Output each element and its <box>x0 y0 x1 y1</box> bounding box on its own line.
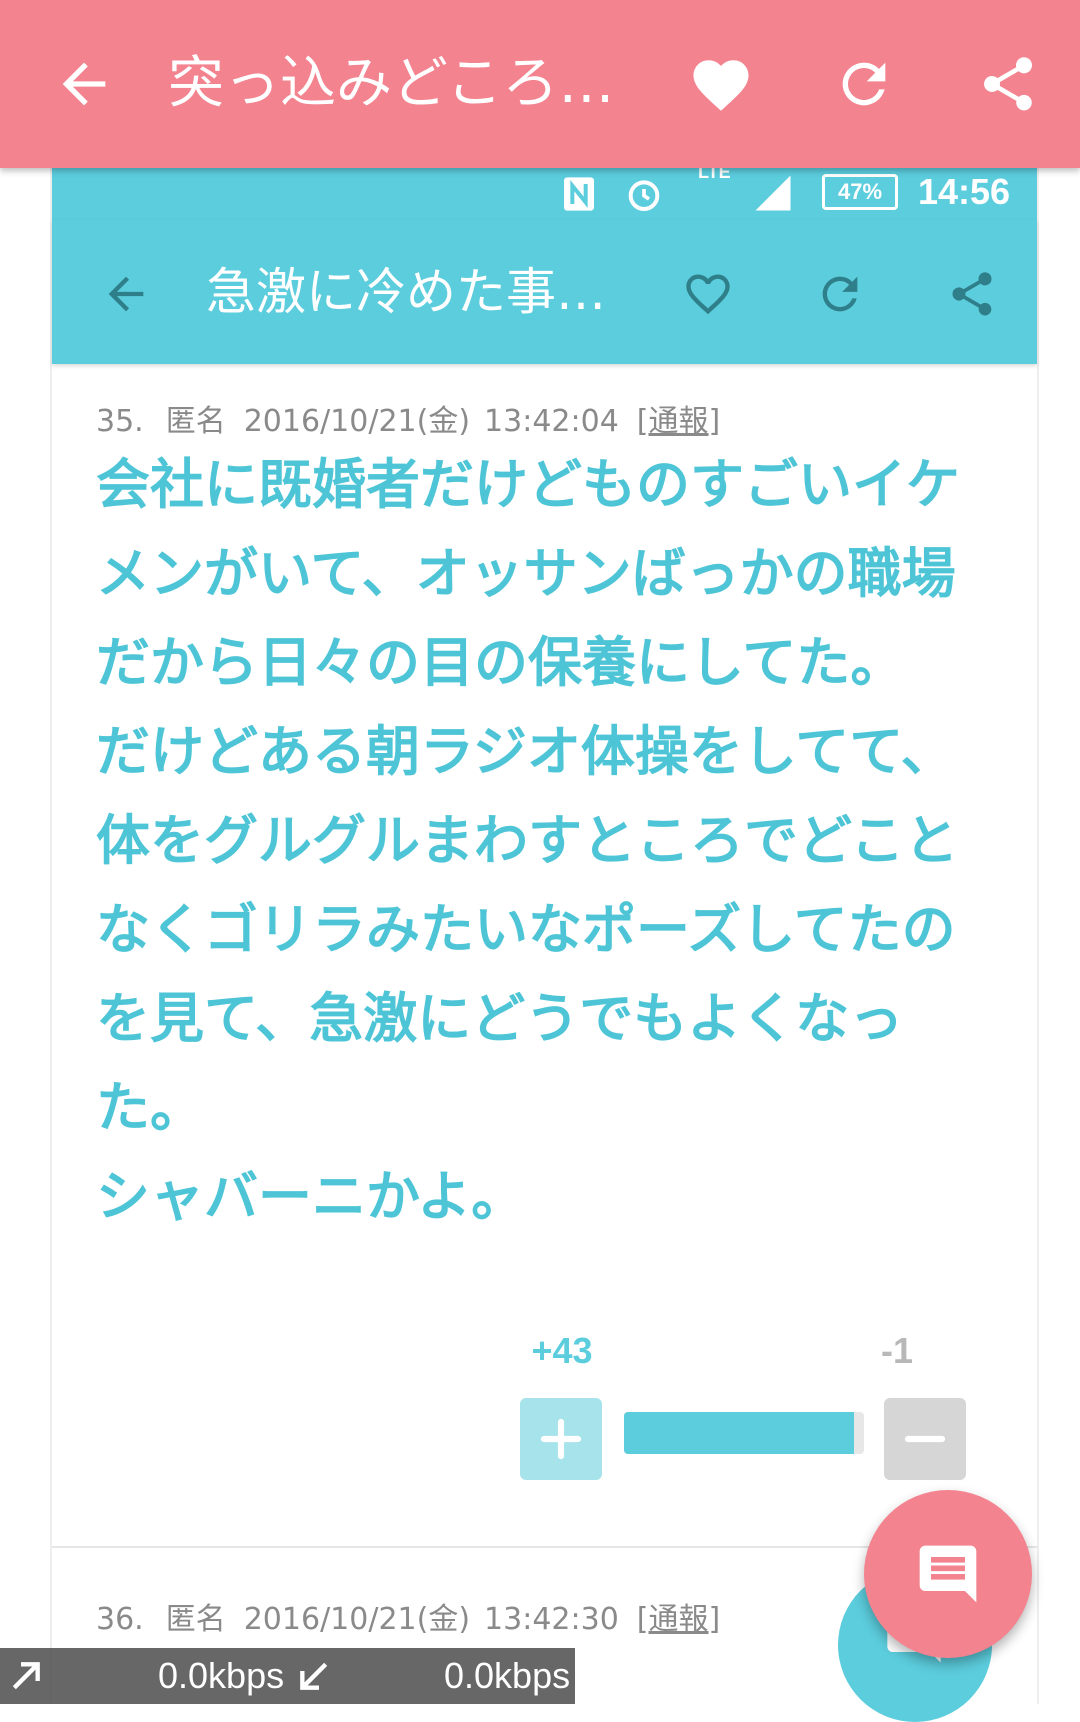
post-body-line: だから日々の目の保養にしてた。 <box>96 631 905 694</box>
comment-icon <box>919 1545 977 1603</box>
app-bar-title: 突っ込みどころ… <box>168 51 615 116</box>
battery-indicator: 47% <box>822 174 898 210</box>
status-clock: 14:56 <box>918 171 1011 212</box>
post-meta: 36. 匿名 2016/10/21(金) 13:42:30 [通報] <box>96 1598 720 1642</box>
back-arrow-icon[interactable] <box>52 52 116 116</box>
nfc-icon <box>564 177 594 211</box>
download-speed: 0.0kbps <box>444 1655 571 1696</box>
vote-ratio-fill <box>624 1412 855 1454</box>
post-body-line: シャバーニかよ。 <box>96 1165 526 1228</box>
post-body: 会社に既婚者だけどものすごいイケ メンがいて、オッサンばっかの職場 だから日々の… <box>96 440 976 1241</box>
post-body-line: だけどある朝ラジオ体操をしてて、 <box>96 720 955 783</box>
upload-arrow-icon <box>12 1662 40 1690</box>
inner-back-arrow-icon <box>108 276 144 312</box>
post-body-line: を見て、急激にどうでもよくなっ <box>96 987 904 1050</box>
plus-icon <box>540 1418 582 1460</box>
favorite-heart-icon[interactable] <box>688 52 754 118</box>
embedded-screenshot: LTE 47% 14:56 急激に冷めた事… 35. 匿名 2016/10/21(金… <box>50 150 1039 1704</box>
post-date: 2016/10/21(金) <box>243 404 471 439</box>
plus-vote-button <box>520 1398 602 1480</box>
post-number: 36. <box>96 1602 144 1637</box>
refresh-icon[interactable] <box>832 52 896 116</box>
report-link: [通報] <box>636 1602 721 1637</box>
post-meta: 35. 匿名 2016/10/21(金) 13:42:04 [通報] <box>96 400 720 444</box>
minus-icon <box>904 1435 946 1443</box>
post-body-line: なくゴリラみたいなポーズしてたの <box>96 898 956 961</box>
app-bar: 突っ込みどころ… <box>0 0 1080 168</box>
post-body-line: 体をグルグルまわすところでどこと <box>96 809 959 872</box>
inner-refresh-icon <box>822 276 858 312</box>
post-body-line: た。 <box>96 1076 204 1139</box>
download-arrow-icon <box>300 1662 328 1690</box>
post-number: 35. <box>96 404 144 439</box>
post-author: 匿名 <box>165 1602 226 1637</box>
upload-speed: 0.0kbps <box>158 1655 285 1696</box>
inner-app-bar: 急激に冷めた事… <box>52 220 1037 364</box>
post-time: 13:42:04 <box>484 404 619 439</box>
alarm-clock-icon <box>628 180 660 211</box>
inner-app-bar-title: 急激に冷めた事… <box>206 263 606 321</box>
inner-heart-outline-icon <box>686 274 730 315</box>
inner-share-icon <box>952 272 992 316</box>
comment-fab-button[interactable] <box>864 1490 1032 1658</box>
share-icon[interactable] <box>976 52 1040 116</box>
network-speed-overlay: 0.0kbps 0.0kbps <box>0 1648 575 1704</box>
minus-vote-button <box>884 1398 966 1480</box>
report-link: [通報] <box>636 404 721 439</box>
post-body-line: 会社に既婚者だけどものすごいイケ <box>96 453 960 516</box>
post-body-line: メンがいて、オッサンばっかの職場 <box>96 542 956 605</box>
post-author: 匿名 <box>165 404 226 439</box>
inner-status-bar: LTE 47% 14:56 <box>52 162 1037 220</box>
plus-vote-count: +43 <box>531 1330 593 1371</box>
signal-strength-icon <box>755 175 791 211</box>
minus-vote-count: -1 <box>880 1330 913 1371</box>
post-time: 13:42:30 <box>484 1602 619 1637</box>
vote-ratio-bar <box>624 1412 864 1454</box>
post-date: 2016/10/21(金) <box>243 1602 471 1637</box>
